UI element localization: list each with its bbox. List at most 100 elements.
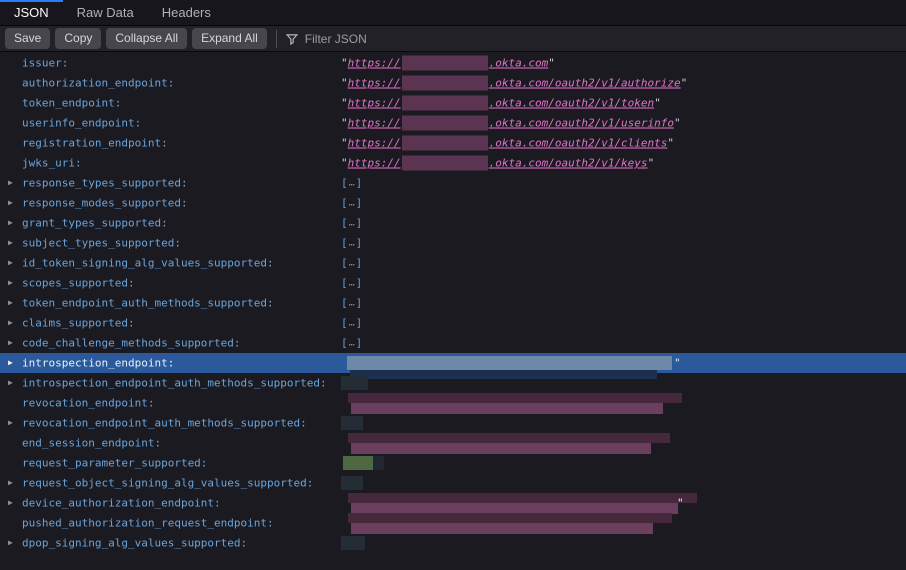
url-link[interactable]: https:// <box>348 157 401 170</box>
collapsed-array-value[interactable]: […] <box>341 257 362 270</box>
redacted-value <box>348 493 697 514</box>
json-row-request_object_signing_alg_values_supported[interactable]: ▶request_object_signing_alg_values_suppo… <box>0 473 906 493</box>
url-link[interactable]: https:// <box>348 97 401 110</box>
redacted-value <box>348 433 670 454</box>
json-row-response_modes_supported[interactable]: ▶ response_modes_supported: […] <box>0 193 906 213</box>
url-link[interactable]: https:// <box>348 117 401 130</box>
json-key: authorization_endpoint: <box>22 77 174 90</box>
json-key: token_endpoint_auth_methods_supported: <box>22 297 274 310</box>
tab-json[interactable]: JSON <box>0 0 63 25</box>
expand-twisty-icon[interactable]: ▶ <box>8 419 13 427</box>
json-key: dpop_signing_alg_values_supported: <box>22 537 247 550</box>
json-row-claims_supported[interactable]: ▶claims_supported:[…] <box>0 313 906 333</box>
expand-twisty-icon[interactable]: ▶ <box>8 239 13 247</box>
json-row-authorization_endpoint[interactable]: authorization_endpoint:"https://.okta.co… <box>0 73 906 93</box>
json-row-revocation_endpoint_auth_methods_supported[interactable]: ▶revocation_endpoint_auth_methods_suppor… <box>0 413 906 433</box>
json-row-jwks_uri[interactable]: jwks_uri:"https://.okta.com/oauth2/v1/ke… <box>0 153 906 173</box>
json-row-id_token_signing_alg_values_supported[interactable]: ▶ id_token_signing_alg_values_supported: [… <box>0 253 906 273</box>
collapsed-array-value[interactable]: […] <box>341 277 362 290</box>
expand-twisty-icon[interactable]: ▶ <box>8 499 13 507</box>
json-row-scopes_supported[interactable]: ▶ scopes_supported: […] <box>0 273 906 293</box>
json-key: scopes_supported: <box>22 277 135 290</box>
collapsed-array-value[interactable]: […] <box>341 317 362 330</box>
json-row-end_session_endpoint[interactable]: end_session_endpoint: <box>0 433 906 453</box>
expand-all-button[interactable]: Expand All <box>192 28 267 49</box>
tab-raw-data[interactable]: Raw Data <box>63 0 148 25</box>
redacted-value <box>341 476 363 490</box>
array-ellipsis: … <box>349 258 355 269</box>
expand-twisty-icon[interactable]: ▶ <box>8 479 13 487</box>
url-link[interactable]: .okta.com/oauth2/v1/keys <box>489 157 648 170</box>
json-row-dpop_signing_alg_values_supported[interactable]: ▶ dpop_signing_alg_values_supported: <box>0 533 906 553</box>
url-link[interactable]: https:// <box>348 137 401 150</box>
url-link[interactable]: https:// <box>348 57 401 70</box>
json-key: request_parameter_supported: <box>22 457 207 470</box>
json-row-device_authorization_endpoint[interactable]: ▶device_authorization_endpoint:" <box>0 493 906 513</box>
json-key: id_token_signing_alg_values_supported: <box>22 257 274 270</box>
redacted-band-dim <box>348 493 697 503</box>
viewer-tabbar: JSON Raw Data Headers <box>0 0 906 26</box>
json-row-registration_endpoint[interactable]: registration_endpoint:"https://.okta.com… <box>0 133 906 153</box>
collapsed-array-value[interactable]: […] <box>341 197 362 210</box>
redacted-value <box>348 393 682 414</box>
redacted-host <box>402 116 488 131</box>
array-open-bracket: [ <box>341 337 348 350</box>
expand-twisty-icon[interactable]: ▶ <box>8 199 13 207</box>
array-open-bracket: [ <box>341 217 348 230</box>
array-open-bracket: [ <box>341 257 348 270</box>
json-row-response_types_supported[interactable]: ▶response_types_supported:[…] <box>0 173 906 193</box>
expand-twisty-icon[interactable]: ▶ <box>8 539 13 547</box>
json-row-grant_types_supported[interactable]: ▶grant_types_supported:[…] <box>0 213 906 233</box>
json-key: response_modes_supported: <box>22 197 188 210</box>
json-row-introspection_endpoint[interactable]: ▶introspection_endpoint:" <box>0 353 906 373</box>
url-link[interactable]: .okta.com/oauth2/v1/token <box>489 97 655 110</box>
redacted-tail <box>373 456 384 470</box>
json-row-revocation_endpoint[interactable]: revocation_endpoint: <box>0 393 906 413</box>
expand-twisty-icon[interactable]: ▶ <box>8 379 13 387</box>
url-link[interactable]: .okta.com/oauth2/v1/userinfo <box>489 117 674 130</box>
expand-twisty-icon[interactable]: ▶ <box>8 319 13 327</box>
redacted-value <box>348 513 672 534</box>
expand-twisty-icon[interactable]: ▶ <box>8 279 13 287</box>
open-quote: " <box>341 97 348 110</box>
json-row-code_challenge_methods_supported[interactable]: ▶code_challenge_methods_supported:[…] <box>0 333 906 353</box>
save-button[interactable]: Save <box>5 28 50 49</box>
array-close-bracket: ] <box>356 317 363 330</box>
url-link[interactable]: .okta.com/oauth2/v1/clients <box>489 137 668 150</box>
redacted-host <box>402 56 488 71</box>
expand-twisty-icon[interactable]: ▶ <box>8 259 13 267</box>
json-row-introspection_endpoint_auth_methods_supported[interactable]: ▶introspection_endpoint_auth_methods_sup… <box>0 373 906 393</box>
filter-json-input[interactable]: Filter JSON <box>286 32 367 46</box>
redacted-value <box>343 456 373 470</box>
array-close-bracket: ] <box>356 337 363 350</box>
expand-twisty-icon[interactable]: ▶ <box>8 339 13 347</box>
expand-twisty-icon[interactable]: ▶ <box>8 299 13 307</box>
array-close-bracket: ] <box>356 217 363 230</box>
url-link[interactable]: .okta.com/oauth2/v1/authorize <box>489 77 681 90</box>
close-quote: " <box>648 157 655 170</box>
tab-headers[interactable]: Headers <box>148 0 225 25</box>
array-open-bracket: [ <box>341 317 348 330</box>
collapsed-array-value[interactable]: […] <box>341 217 362 230</box>
json-row-userinfo_endpoint[interactable]: userinfo_endpoint:"https://.okta.com/oau… <box>0 113 906 133</box>
json-row-request_parameter_supported[interactable]: request_parameter_supported: <box>0 453 906 473</box>
json-row-token_endpoint_auth_methods_supported[interactable]: ▶ token_endpoint_auth_methods_supported: [… <box>0 293 906 313</box>
url-link[interactable]: https:// <box>348 77 401 90</box>
collapsed-array-value[interactable]: […] <box>341 177 362 190</box>
copy-button[interactable]: Copy <box>55 28 101 49</box>
collapse-all-button[interactable]: Collapse All <box>106 28 187 49</box>
array-ellipsis: … <box>349 178 355 189</box>
json-row-pushed_authorization_request_endpoint[interactable]: pushed_authorization_request_endpoint: <box>0 513 906 533</box>
json-key: userinfo_endpoint: <box>22 117 141 130</box>
expand-twisty-icon[interactable]: ▶ <box>8 219 13 227</box>
collapsed-array-value[interactable]: […] <box>341 337 362 350</box>
expand-twisty-icon[interactable]: ▶ <box>8 359 13 367</box>
url-link[interactable]: .okta.com <box>489 57 549 70</box>
collapsed-array-value[interactable]: […] <box>341 237 362 250</box>
json-row-issuer[interactable]: issuer:"https://.okta.com" <box>0 53 906 73</box>
expand-twisty-icon[interactable]: ▶ <box>8 179 13 187</box>
json-row-token_endpoint[interactable]: token_endpoint:"https://.okta.com/oauth2… <box>0 93 906 113</box>
json-row-subject_types_supported[interactable]: ▶subject_types_supported:[…] <box>0 233 906 253</box>
collapsed-array-value[interactable]: […] <box>341 297 362 310</box>
json-value-url: "https://.okta.com/oauth2/v1/userinfo" <box>341 116 681 131</box>
